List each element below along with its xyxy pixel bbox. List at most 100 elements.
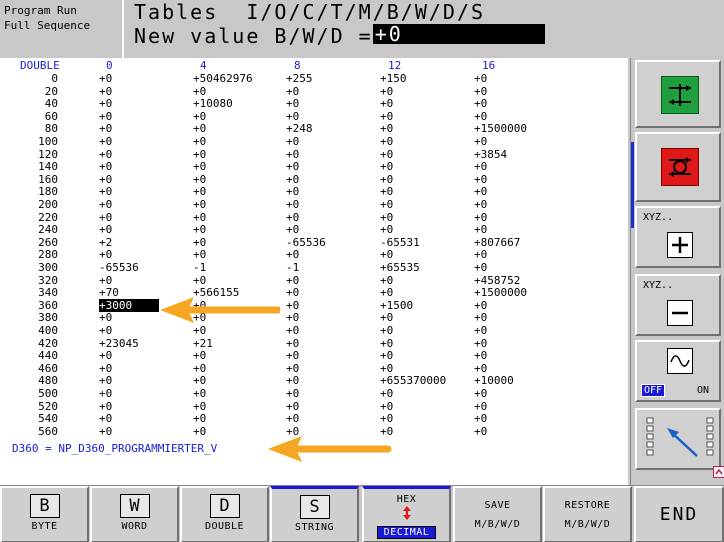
table-cell[interactable]: +0 [99, 374, 112, 387]
table-cell[interactable]: +0 [286, 173, 299, 186]
table-cell[interactable]: +0 [193, 387, 206, 400]
table-cell[interactable]: +0 [99, 311, 112, 324]
nc-start-button[interactable] [635, 60, 721, 128]
table-cell[interactable]: +0 [380, 110, 393, 123]
table-cell[interactable]: +0 [286, 349, 299, 362]
table-cell[interactable]: +0 [380, 185, 393, 198]
table-cell[interactable]: +0 [193, 362, 206, 375]
table-cell[interactable]: +0 [193, 110, 206, 123]
table-cell[interactable]: +0 [193, 122, 206, 135]
table-cell[interactable]: +255 [286, 72, 313, 85]
selected-cell[interactable]: +3000 [99, 298, 159, 312]
table-cell[interactable]: +0 [286, 248, 299, 261]
table-cell[interactable]: +0 [474, 160, 487, 173]
table-cell[interactable]: -1 [193, 261, 206, 274]
table-cell[interactable]: +0 [193, 349, 206, 362]
feed-override-button[interactable] [635, 408, 721, 470]
table-cell[interactable]: +0 [193, 324, 206, 337]
table-cell[interactable]: +0 [193, 248, 206, 261]
table-cell[interactable]: +0 [193, 185, 206, 198]
table-cell[interactable]: +0 [193, 223, 206, 236]
table-cell[interactable]: +1500000 [474, 122, 527, 135]
table-cell[interactable]: +10080 [193, 97, 233, 110]
table-cell[interactable]: +0 [193, 425, 206, 438]
table-cell[interactable]: +0 [193, 374, 206, 387]
table-cell[interactable]: +0 [99, 148, 112, 161]
table-cell[interactable]: +0 [474, 400, 487, 413]
table-cell[interactable]: -65536 [286, 236, 326, 249]
spindle-toggle-button[interactable]: OFF ON [635, 340, 721, 402]
table-cell[interactable]: +0 [286, 286, 299, 299]
table-cell[interactable]: +0 [286, 387, 299, 400]
table-cell[interactable]: +0 [380, 337, 393, 350]
table-cell[interactable]: +0 [99, 387, 112, 400]
table-cell[interactable]: +0 [380, 274, 393, 287]
axis-minus-button[interactable]: XYZ.. [635, 274, 721, 336]
table-cell[interactable]: +0 [380, 324, 393, 337]
table-cell[interactable]: +0 [193, 85, 206, 98]
table-cell[interactable]: +0 [474, 211, 487, 224]
table-cell[interactable]: +0 [286, 97, 299, 110]
table-cell[interactable]: +0 [286, 85, 299, 98]
table-cell[interactable]: +65535 [380, 261, 420, 274]
table-cell[interactable]: +0 [474, 198, 487, 211]
table-cell[interactable]: +0 [286, 160, 299, 173]
table-cell[interactable]: +50462976 [193, 72, 253, 85]
table-cell[interactable]: +0 [474, 85, 487, 98]
table-cell[interactable]: +1500000 [474, 286, 527, 299]
table-cell[interactable]: +0 [380, 248, 393, 261]
table-cell[interactable]: +0 [99, 173, 112, 186]
table-cell[interactable]: +0 [474, 248, 487, 261]
table-cell[interactable]: +0 [380, 349, 393, 362]
table-cell[interactable]: +0 [380, 311, 393, 324]
table-cell[interactable]: +0 [99, 425, 112, 438]
table-cell[interactable]: +0 [99, 362, 112, 375]
table-cell[interactable]: +0 [99, 349, 112, 362]
hex-decimal-softkey[interactable]: HEX DECIMAL [362, 486, 451, 542]
table-cell[interactable]: +3854 [474, 148, 507, 161]
double-softkey[interactable]: D DOUBLE [180, 486, 269, 542]
table-cell[interactable]: +0 [193, 211, 206, 224]
table-cell[interactable]: +0 [474, 299, 487, 312]
table-cell[interactable]: +0 [380, 160, 393, 173]
string-softkey[interactable]: S STRING [270, 486, 359, 542]
table-cell[interactable]: +0 [286, 223, 299, 236]
table-cell[interactable]: +248 [286, 122, 313, 135]
table-cell[interactable]: +70 [99, 286, 119, 299]
table-cell[interactable]: +0 [474, 425, 487, 438]
table-cell[interactable]: +0 [286, 135, 299, 148]
table-cell[interactable]: +0 [380, 286, 393, 299]
table-cell[interactable]: +0 [474, 261, 487, 274]
table-cell[interactable]: +0 [286, 198, 299, 211]
axis-plus-button[interactable]: XYZ.. [635, 206, 721, 268]
table-cell[interactable]: -65536 [99, 261, 139, 274]
table-cell[interactable]: +0 [474, 72, 487, 85]
table-cell[interactable]: +807667 [474, 236, 520, 249]
value-input[interactable]: +0 [372, 24, 545, 44]
table-cell[interactable]: +0 [99, 135, 112, 148]
table-cell[interactable]: +0 [380, 223, 393, 236]
byte-softkey[interactable]: B BYTE [0, 486, 89, 542]
table-cell[interactable]: +0 [286, 324, 299, 337]
table-cell[interactable]: +0 [474, 362, 487, 375]
table-cell[interactable]: +0 [474, 110, 487, 123]
table-cell[interactable]: +0 [193, 274, 206, 287]
table-cell[interactable]: +0 [474, 337, 487, 350]
table-cell[interactable]: +0 [380, 85, 393, 98]
table-cell[interactable]: +0 [474, 387, 487, 400]
table-cell[interactable]: +458752 [474, 274, 520, 287]
table-cell[interactable]: +0 [286, 412, 299, 425]
table-cell[interactable]: +0 [99, 248, 112, 261]
table-cell[interactable]: +0 [380, 122, 393, 135]
table-cell[interactable]: +0 [474, 324, 487, 337]
table-cell[interactable]: +0 [99, 274, 112, 287]
table-cell[interactable]: +10000 [474, 374, 514, 387]
table-cell[interactable]: +0 [286, 148, 299, 161]
table-cell[interactable]: +0 [286, 185, 299, 198]
table-cell[interactable]: +0 [99, 198, 112, 211]
table-cell[interactable]: +0 [380, 211, 393, 224]
table-cell[interactable]: +0 [474, 311, 487, 324]
table-cell[interactable]: +0 [474, 349, 487, 362]
table-cell[interactable]: +0 [474, 223, 487, 236]
table-cell[interactable]: +0 [193, 160, 206, 173]
